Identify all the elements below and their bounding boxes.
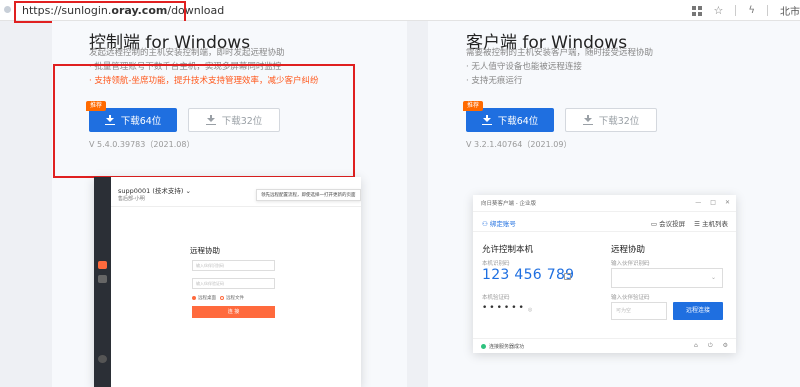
radio-dot bbox=[220, 296, 224, 300]
preview-partner-pw-input: 可为空 bbox=[611, 302, 667, 320]
url-suffix: /download bbox=[167, 4, 225, 17]
logo-icon bbox=[98, 261, 107, 269]
download-icon bbox=[582, 115, 593, 125]
preview-divider bbox=[473, 231, 736, 232]
preview-assist-title: 远程协助 bbox=[611, 245, 646, 255]
preview-allow-title: 允许控制本机 bbox=[482, 245, 534, 255]
client-feature-2: · 支持无痕运行 bbox=[466, 76, 523, 86]
preview-tip: 领先远程配置流程，即使选择一打开更新的页面 bbox=[256, 189, 361, 201]
tool-label: 会议投屏 bbox=[659, 220, 686, 228]
gear-icon bbox=[98, 355, 107, 363]
preview-toolbar: ▭ 会议投屏 ☰ 主机列表 bbox=[651, 218, 728, 228]
radio-dot bbox=[192, 296, 196, 300]
settings-icon: ⚙ bbox=[722, 342, 728, 349]
console-feature-highlight: · 支持领航-坐席功能，提升技术支持管理效率，减少客户纠纷 bbox=[89, 76, 319, 86]
preview-pw-label: 本机验证码 bbox=[482, 295, 510, 301]
url-domain: oray.com bbox=[111, 4, 168, 17]
radio-label: 远程桌面 bbox=[198, 296, 216, 301]
chevron-down-icon: ⌄ bbox=[710, 274, 716, 281]
recommend-badge: 推荐 bbox=[463, 101, 484, 111]
client-feature-1: · 无人值守设备也能被远程连接 bbox=[466, 62, 582, 72]
url-text[interactable]: https://sunlogin.oray.com/download bbox=[22, 4, 224, 17]
url-prefix: https://sunlogin. bbox=[22, 4, 112, 17]
download-32-label: 下载32位 bbox=[221, 116, 263, 127]
status-label: 连接服务器成功 bbox=[489, 344, 525, 350]
preview-radio-file: 远程文件 bbox=[220, 295, 244, 301]
preview-partner-pw-input: 输入伙伴验证码 bbox=[192, 278, 275, 289]
client-version: V 3.2.1.40764（2021.09） bbox=[466, 140, 572, 149]
preview-department: 售后部-小明 bbox=[118, 196, 145, 202]
preview-id-value: 123 456 789 bbox=[482, 267, 575, 283]
grid-icon[interactable] bbox=[691, 5, 702, 16]
console-feature-1: · 批量管理账号下数千台主机，实现多屏幕同时监控 bbox=[89, 62, 282, 72]
recommend-badge: 推荐 bbox=[86, 101, 107, 111]
list-icon: ☰ bbox=[694, 220, 702, 228]
bind-label: 绑定账号 bbox=[489, 220, 516, 228]
star-icon[interactable]: ☆ bbox=[714, 4, 724, 17]
download-64-label: 下载64位 bbox=[120, 116, 162, 127]
tool-label: 主机列表 bbox=[702, 220, 728, 228]
device-icon bbox=[98, 275, 107, 283]
preview-header: supp0001 (技术支持) ⌄ 售后部-小明 领先远程配置流程，即使选择一打… bbox=[111, 177, 361, 207]
preview-partner-id-select: ⌄ bbox=[611, 268, 723, 288]
status-dot-icon bbox=[481, 344, 486, 349]
download-icon bbox=[205, 115, 216, 125]
console-desc: 发起远程控制的主机安装控制端，即时发起远程协助 bbox=[89, 48, 285, 58]
preview-partner-id-label: 输入伙伴识别码 bbox=[611, 261, 650, 267]
preview-id-label: 本机识别码 bbox=[482, 261, 510, 267]
preview-sidebar bbox=[94, 177, 111, 387]
preview-titlebar: 向日葵客户端 - 企业版 — □ ✕ bbox=[473, 195, 736, 212]
preview-user: supp0001 (技术支持) ⌄ bbox=[118, 187, 191, 195]
eye-icon: ◎ bbox=[528, 307, 533, 313]
preview-section-title: 远程协助 bbox=[190, 246, 220, 255]
preview-pw-value: •••••• bbox=[482, 303, 526, 313]
download-64-label: 下载64位 bbox=[497, 116, 539, 127]
maximize-icon: □ bbox=[710, 199, 716, 206]
toolbar-separator bbox=[735, 5, 737, 16]
console-version: V 5.4.0.39783（2021.08） bbox=[89, 140, 195, 149]
preview-tool-hosts: ☰ 主机列表 bbox=[694, 218, 728, 228]
preview-footer: 连接服务器成功 ⌂ ⏻ ⚙ bbox=[473, 338, 736, 353]
preview-status: 连接服务器成功 bbox=[481, 343, 524, 350]
user-icon: ⚇ bbox=[482, 220, 490, 228]
address-bar-actions: ☆ ϟ 北市 bbox=[691, 3, 800, 18]
console-download-32-button[interactable]: 下载32位 bbox=[188, 108, 280, 132]
download-icon bbox=[481, 115, 492, 125]
power-icon: ⏻ bbox=[707, 342, 713, 349]
close-icon: ✕ bbox=[724, 199, 730, 206]
client-app-preview: 向日葵客户端 - 企业版 — □ ✕ ⚇ 绑定账号 ▭ 会议投屏 ☰ 主机列表 … bbox=[473, 195, 736, 353]
download-32-label: 下载32位 bbox=[598, 116, 640, 127]
toolbar-separator bbox=[767, 5, 768, 16]
console-download-64-button[interactable]: 推荐 下载64位 bbox=[86, 101, 177, 132]
minimize-icon: — bbox=[695, 199, 702, 206]
download-icon bbox=[104, 115, 115, 125]
client-desc: 需要被控制的主机安装客户端，随时接受远程协助 bbox=[466, 48, 654, 58]
site-info-icon[interactable] bbox=[4, 6, 11, 13]
preview-partner-id-input: 输入伙伴识别码 bbox=[192, 260, 275, 271]
preview-window-controls: — □ ✕ bbox=[695, 199, 730, 206]
client-download-64-button[interactable]: 推荐 下载64位 bbox=[463, 101, 554, 132]
preview-connect-button: 连 接 bbox=[192, 306, 275, 318]
preview-bind-account: ⚇ 绑定账号 bbox=[482, 218, 516, 228]
copy-icon bbox=[564, 273, 571, 280]
preview-radio-desktop: 远程桌面 bbox=[192, 295, 216, 301]
address-bar[interactable]: https://sunlogin.oray.com/download ☆ ϟ 北… bbox=[0, 0, 800, 21]
screen-cast-icon: ▭ bbox=[650, 220, 660, 228]
home-icon: ⌂ bbox=[694, 342, 698, 349]
client-download-32-button[interactable]: 下载32位 bbox=[565, 108, 657, 132]
search-hint-text[interactable]: 北市 bbox=[780, 3, 800, 18]
preview-window-title: 向日葵客户端 - 企业版 bbox=[481, 201, 536, 207]
preview-tool-meeting: ▭ 会议投屏 bbox=[651, 218, 685, 228]
preview-remote-connect-button: 远程连接 bbox=[673, 302, 723, 320]
lightning-icon[interactable]: ϟ bbox=[748, 5, 755, 16]
preview-partner-pw-label: 输入伙伴验证码 bbox=[611, 295, 650, 301]
preview-footer-icons: ⌂ ⏻ ⚙ bbox=[694, 342, 728, 350]
radio-label: 远程文件 bbox=[226, 296, 244, 301]
